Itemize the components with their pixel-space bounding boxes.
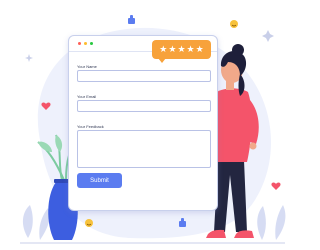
feedback-textarea[interactable] (77, 130, 211, 168)
sparkle-icon (262, 30, 274, 42)
submit-button[interactable]: Submit (77, 173, 122, 188)
star-icon: ★ (177, 44, 186, 54)
name-field[interactable] (77, 70, 211, 82)
thumbs-up-icon (128, 15, 135, 24)
email-field[interactable] (77, 100, 211, 112)
star-icon: ★ (159, 44, 168, 54)
star-icon: ★ (186, 44, 195, 54)
feedback-form-window: Your Name Your Email Your Feedback Submi… (68, 35, 218, 211)
leaf-icon (257, 206, 266, 240)
smile-icon (85, 219, 93, 227)
sparkle-icon (25, 54, 33, 62)
minimize-dot (84, 42, 87, 45)
email-label: Your Email (77, 94, 97, 99)
rating-bubble-tail (158, 58, 166, 63)
leaf-icon (275, 205, 286, 240)
window-controls (78, 42, 93, 45)
illustration-stage: Your Name Your Email Your Feedback Submi… (0, 0, 295, 250)
rating-bubble: ★ ★ ★ ★ ★ (152, 40, 211, 59)
smile-icon (230, 20, 238, 28)
close-dot (78, 42, 81, 45)
leaf-icon (39, 208, 50, 240)
feedback-label: Your Feedback (77, 124, 104, 129)
leaf-icon (22, 205, 33, 238)
star-icon: ★ (195, 44, 204, 54)
maximize-dot (90, 42, 93, 45)
heart-icon (271, 182, 281, 190)
name-label: Your Name (77, 64, 97, 69)
star-icon: ★ (168, 44, 177, 54)
